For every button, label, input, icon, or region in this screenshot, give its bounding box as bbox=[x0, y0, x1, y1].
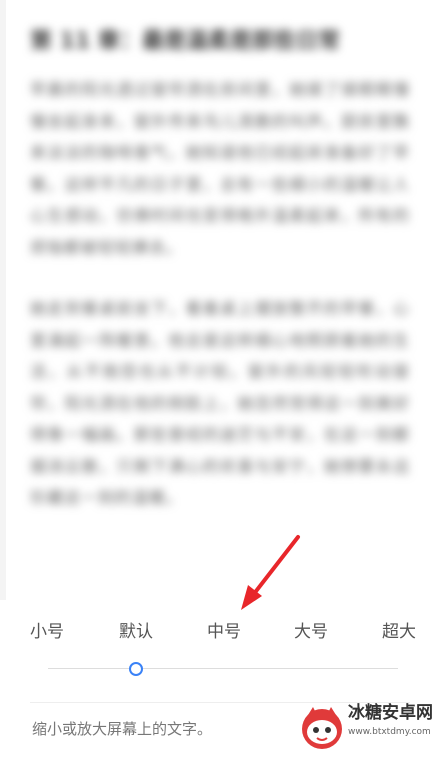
watermark-title: 冰糖安卓网 bbox=[348, 703, 433, 723]
font-size-option-extra-large[interactable]: 超大 bbox=[382, 615, 416, 649]
font-size-option-default[interactable]: 默认 bbox=[119, 615, 153, 649]
preview-paragraph: 她走到餐桌前坐下，看着桌上摆放整齐的早餐，心里涌起一阵暖意。他总是这样细心地照顾… bbox=[30, 299, 410, 507]
font-size-description: 缩小或放大屏幕上的文字。 bbox=[32, 720, 213, 738]
watermark: 冰糖安卓网 www.btxtdmy.com bbox=[296, 697, 436, 755]
preview-paragraph: 早晨的阳光透过窗帘洒在房间里，她揉了揉眼睛慢慢坐起身来，窗外传来鸟儿清脆的叫声。… bbox=[30, 80, 410, 257]
font-size-option-medium[interactable]: 中号 bbox=[207, 615, 241, 649]
text-preview: 第 11 章：最是温柔是那些日常 早晨的阳光透过窗帘洒在房间里，她揉了揉眼睛慢慢… bbox=[0, 0, 436, 600]
font-size-settings-screen: 第 11 章：最是温柔是那些日常 早晨的阳光透过窗帘洒在房间里，她揉了揉眼睛慢慢… bbox=[0, 0, 436, 758]
preview-edge bbox=[0, 0, 6, 600]
font-size-options: 小号 默认 中号 大号 超大 bbox=[0, 615, 436, 649]
preview-content: 第 11 章：最是温柔是那些日常 早晨的阳光透过窗帘洒在房间里，她揉了揉眼睛慢慢… bbox=[30, 0, 410, 514]
watermark-url: www.btxtdmy.com bbox=[348, 727, 431, 737]
font-size-slider[interactable] bbox=[48, 655, 398, 683]
preview-chapter-title: 第 11 章：最是温柔是那些日常 bbox=[30, 29, 340, 54]
font-size-option-small[interactable]: 小号 bbox=[30, 615, 64, 649]
slider-thumb[interactable] bbox=[129, 662, 143, 676]
watermark-logo-icon bbox=[302, 707, 342, 749]
watermark-text: 冰糖安卓网 www.btxtdmy.com bbox=[348, 701, 434, 739]
font-size-option-large[interactable]: 大号 bbox=[294, 615, 328, 649]
slider-track[interactable] bbox=[48, 668, 398, 669]
